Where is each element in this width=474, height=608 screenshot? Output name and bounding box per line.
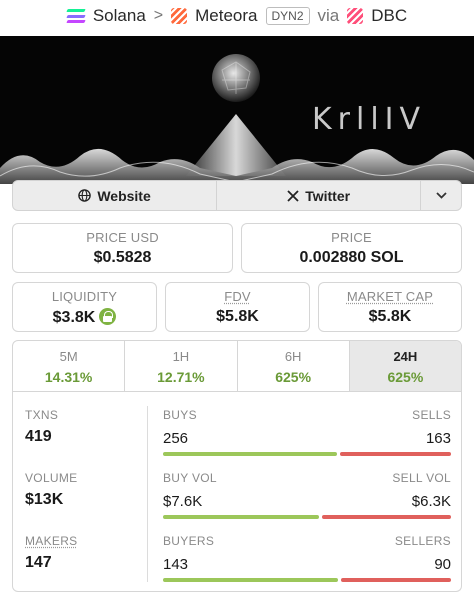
social-links-bar: Website Twitter bbox=[12, 180, 462, 211]
breadcrumb: Solana > Meteora DYN2 via DBC bbox=[0, 0, 474, 32]
buyers-sellers-bar bbox=[163, 578, 451, 582]
volume-label: VOLUME bbox=[25, 471, 78, 485]
tab-5m[interactable]: 5M 14.31% bbox=[13, 341, 126, 391]
market-cap-label[interactable]: MARKET CAP bbox=[347, 289, 433, 304]
price-usd-value: $0.5828 bbox=[93, 249, 152, 266]
sell-vol-value: $6.3K bbox=[411, 493, 451, 510]
sellers-bar-fill bbox=[340, 578, 451, 582]
timeframe-tabs: 5M 14.31% 1H 12.71% 6H 625% 24H 625% bbox=[12, 340, 462, 392]
website-button[interactable]: Website bbox=[13, 181, 218, 210]
more-links-button[interactable] bbox=[421, 181, 461, 210]
buyers-bar-fill bbox=[163, 578, 338, 582]
dbc-icon bbox=[347, 8, 364, 24]
liquidity-label: LIQUIDITY bbox=[51, 289, 118, 304]
twitter-button[interactable]: Twitter bbox=[217, 181, 422, 210]
price-native-card: PRICE 0.002880 SOL bbox=[241, 223, 462, 273]
lock-icon[interactable] bbox=[99, 308, 117, 325]
sell-vol-bar-fill bbox=[321, 515, 451, 519]
twitter-label: Twitter bbox=[305, 187, 351, 204]
tab-change: 625% bbox=[275, 369, 312, 385]
tab-label: 5M bbox=[59, 349, 78, 364]
makers-label[interactable]: MAKERS bbox=[25, 534, 77, 548]
tab-1h[interactable]: 1H 12.71% bbox=[125, 341, 238, 391]
solana-icon bbox=[66, 9, 86, 23]
buy-vol-value: $7.6K bbox=[163, 493, 203, 510]
buys-sells-stat: BUYS SELLS 256 163 bbox=[163, 408, 451, 456]
market-cap-card: MARKET CAP $5.8K bbox=[318, 282, 462, 332]
sellers-value: 90 bbox=[434, 556, 451, 573]
fdv-label[interactable]: FDV bbox=[224, 289, 251, 304]
volume-stat: VOLUME $13K bbox=[25, 471, 77, 509]
tab-6h[interactable]: 6H 625% bbox=[238, 341, 350, 391]
tab-label: 1H bbox=[172, 349, 190, 364]
price-usd-card: PRICE USD $0.5828 bbox=[12, 223, 233, 273]
sells-label: SELLS bbox=[412, 408, 451, 422]
token-banner: KrllIV bbox=[0, 36, 474, 184]
tab-label: 6H bbox=[284, 349, 302, 364]
buy-vol-bar-fill bbox=[163, 515, 319, 519]
globe-icon bbox=[78, 189, 92, 202]
chevron-down-icon bbox=[435, 192, 447, 199]
buy-sell-volume-stat: BUY VOL SELL VOL $7.6K $6.3K bbox=[163, 471, 451, 519]
price-usd-label: PRICE USD bbox=[86, 230, 159, 245]
meteora-icon bbox=[171, 8, 188, 24]
fdv-card: FDV $5.8K bbox=[165, 282, 310, 332]
buyers-sellers-stat: BUYERS SELLERS 143 90 bbox=[163, 534, 451, 582]
volume-value: $13K bbox=[25, 491, 64, 508]
makers-value: 147 bbox=[25, 554, 52, 571]
buy-vol-label: BUY VOL bbox=[163, 471, 217, 485]
price-native-label: PRICE bbox=[331, 230, 372, 245]
breadcrumb-chain[interactable]: Solana bbox=[93, 6, 146, 26]
txns-value: 419 bbox=[25, 428, 52, 445]
stats-divider bbox=[147, 406, 148, 582]
txns-label: TXNS bbox=[25, 408, 59, 422]
buys-label: BUYS bbox=[163, 408, 197, 422]
tab-change: 12.71% bbox=[157, 369, 205, 385]
tab-label: 24H bbox=[393, 349, 418, 364]
price-native-value: 0.002880 SOL bbox=[299, 249, 404, 266]
tab-change: 14.31% bbox=[44, 369, 93, 385]
breadcrumb-via: via bbox=[317, 6, 340, 25]
sellers-label: SELLERS bbox=[394, 534, 451, 548]
sell-vol-label: SELL VOL bbox=[392, 471, 451, 485]
tab-24h[interactable]: 24H 625% bbox=[349, 341, 461, 391]
liquidity-value: $3.8K bbox=[52, 309, 96, 326]
fdv-value: $5.8K bbox=[216, 308, 259, 325]
market-cap-value: $5.8K bbox=[368, 308, 412, 325]
x-logo-icon bbox=[287, 189, 299, 202]
chevron-right-icon: > bbox=[153, 7, 164, 24]
buyers-label: BUYERS bbox=[163, 534, 215, 548]
tab-change: 625% bbox=[387, 369, 424, 385]
breadcrumb-dex[interactable]: Meteora bbox=[195, 6, 257, 26]
sell-bar-fill bbox=[340, 452, 451, 456]
sells-value: 163 bbox=[425, 430, 451, 447]
trade-stats-panel: TXNS 419 VOLUME $13K MAKERS 147 BUYS SEL… bbox=[12, 392, 462, 592]
makers-stat: MAKERS 147 bbox=[25, 534, 77, 572]
buys-sells-bar bbox=[163, 452, 451, 456]
breadcrumb-launchpad[interactable]: DBC bbox=[371, 6, 407, 26]
buyers-value: 143 bbox=[163, 556, 189, 573]
pool-tag-badge: DYN2 bbox=[265, 7, 310, 25]
liquidity-card: LIQUIDITY $3.8K bbox=[12, 282, 157, 332]
volume-bar bbox=[163, 515, 451, 519]
buy-bar-fill bbox=[163, 452, 338, 456]
txns-stat: TXNS 419 bbox=[25, 408, 58, 446]
website-label: Website bbox=[97, 187, 151, 204]
buys-value: 256 bbox=[163, 430, 189, 447]
banner-logo-text: KrllIV bbox=[312, 102, 427, 137]
